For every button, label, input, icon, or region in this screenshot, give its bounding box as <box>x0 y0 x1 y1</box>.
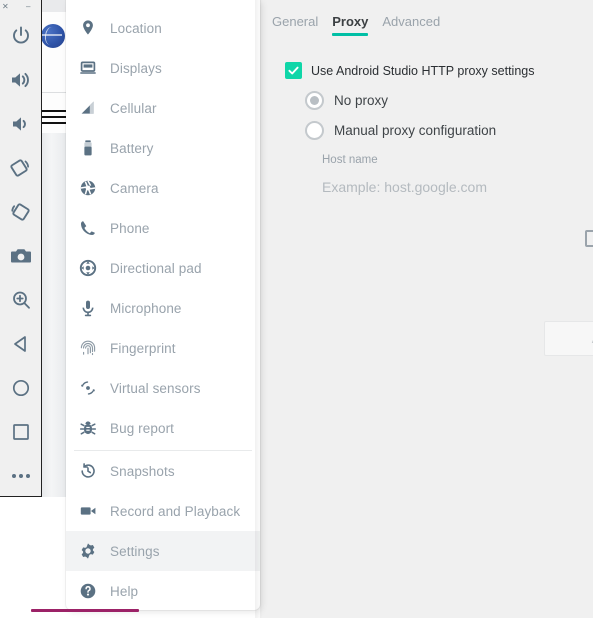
sidebar-item-snapshots[interactable]: Snapshots <box>66 451 260 491</box>
sidebar-item-battery[interactable]: Battery <box>66 128 260 168</box>
sidebar-item-virtual-sensors[interactable]: Virtual sensors <box>66 368 260 408</box>
screenshot-camera-icon <box>9 244 33 268</box>
sidebar-item-cellular[interactable]: Cellular <box>66 88 260 128</box>
volume-up-button[interactable] <box>0 58 42 102</box>
extended-controls-button[interactable] <box>0 454 42 498</box>
sidebar-item-label: Battery <box>110 140 154 156</box>
emulator-screen-body <box>41 133 67 497</box>
sidebar-item-microphone[interactable]: Microphone <box>66 288 260 328</box>
rotate-right-icon <box>8 199 34 225</box>
use-studio-proxy-label: Use Android Studio HTTP proxy settings <box>311 63 535 78</box>
home-circle-icon <box>10 377 32 399</box>
sidebar-item-bug-report[interactable]: Bug report <box>66 408 260 448</box>
sidebar-item-phone[interactable]: Phone <box>66 208 260 248</box>
sidebar-item-label: Phone <box>110 220 150 236</box>
no-proxy-radio[interactable] <box>305 91 324 110</box>
video-camera-icon <box>66 491 110 531</box>
gear-icon <box>66 531 110 571</box>
volume-down-icon <box>9 112 33 136</box>
tab-general[interactable]: General <box>272 14 318 36</box>
home-button[interactable] <box>0 366 42 410</box>
sidebar-item-label: Settings <box>110 543 160 559</box>
hamburger-menu-icon[interactable] <box>41 110 67 126</box>
power-icon <box>9 24 33 48</box>
virtual-sensors-icon <box>66 368 110 408</box>
sidebar-item-label: Camera <box>110 180 159 196</box>
no-proxy-row[interactable]: No proxy <box>305 91 388 110</box>
power-button[interactable] <box>0 14 42 58</box>
settings-tabs: General Proxy Advanced <box>272 14 440 36</box>
volume-down-button[interactable] <box>0 102 42 146</box>
sidebar-item-label: Virtual sensors <box>110 380 201 396</box>
sidebar-item-label: Help <box>110 583 139 599</box>
back-button[interactable] <box>0 322 42 366</box>
host-name-label: Host name <box>322 154 378 166</box>
sidebar-item-camera[interactable]: Camera <box>66 168 260 208</box>
sidebar-item-label: Snapshots <box>110 463 175 479</box>
sidebar-item-label: Bug report <box>110 420 175 436</box>
rotate-left-button[interactable] <box>0 146 42 190</box>
sidebar-item-label: Displays <box>110 60 162 76</box>
sidebar-item-help[interactable]: Help <box>66 571 260 610</box>
emulator-bottom-accent-bar <box>31 609 139 612</box>
battery-icon <box>66 128 110 168</box>
proxy-authentication-row[interactable]: Proxy authentication <box>585 224 593 252</box>
panel-edge-shadow <box>255 0 263 618</box>
sidebar-item-record-and-playback[interactable]: Record and Playback <box>66 491 260 531</box>
display-monitor-icon <box>66 48 110 88</box>
rotate-left-icon <box>8 155 34 181</box>
help-question-icon <box>66 571 110 610</box>
zoom-in-button[interactable] <box>0 278 42 322</box>
sidebar-item-label: Microphone <box>110 300 182 316</box>
microphone-icon <box>66 288 110 328</box>
sidebar-item-label: Fingerprint <box>110 340 176 356</box>
dpad-icon <box>66 248 110 288</box>
overview-button[interactable] <box>0 410 42 454</box>
volume-up-icon <box>9 68 33 92</box>
phone-handset-icon <box>66 208 110 248</box>
tab-advanced[interactable]: Advanced <box>382 14 440 36</box>
back-triangle-icon <box>10 333 32 355</box>
emulator-toolbar: ✕ – <box>0 0 42 497</box>
use-studio-proxy-checkbox[interactable] <box>285 62 302 79</box>
sidebar-item-label: Record and Playback <box>110 503 241 519</box>
zoom-in-icon <box>9 288 33 312</box>
close-icon[interactable]: ✕ <box>2 2 9 11</box>
browser-globe-icon <box>41 24 65 48</box>
proxy-settings-pane: General Proxy Advanced Use Android Studi… <box>260 0 593 618</box>
more-dots-icon <box>12 474 30 478</box>
toolbar-caption-bar: ✕ – <box>0 0 42 14</box>
minimize-icon[interactable]: – <box>26 2 30 11</box>
sidebar-item-directional-pad[interactable]: Directional pad <box>66 248 260 288</box>
overview-square-icon <box>10 421 32 443</box>
emulator-statusbar-sliver <box>41 0 67 12</box>
sidebar-item-label: Location <box>110 20 162 36</box>
sidebar-item-fingerprint[interactable]: Fingerprint <box>66 328 260 368</box>
no-proxy-label: No proxy <box>334 93 389 108</box>
apply-button[interactable]: Apply <box>544 321 593 356</box>
host-name-input[interactable]: Example: host.google.com <box>322 179 487 195</box>
sidebar-item-label: Cellular <box>110 100 157 116</box>
proxy-authentication-checkbox[interactable] <box>585 229 593 247</box>
bug-icon <box>66 408 110 448</box>
manual-proxy-label: Manual proxy configuration <box>334 123 497 138</box>
cellular-signal-icon <box>66 88 110 128</box>
rotate-right-button[interactable] <box>0 190 42 234</box>
sidebar-item-settings[interactable]: Settings <box>66 531 260 571</box>
sidebar-item-location[interactable]: Location <box>66 8 260 48</box>
emulator-divider <box>41 92 67 93</box>
tab-proxy[interactable]: Proxy <box>332 14 369 36</box>
manual-proxy-radio[interactable] <box>305 121 324 140</box>
snapshot-history-icon <box>66 451 110 491</box>
fingerprint-icon <box>66 328 110 368</box>
camera-aperture-icon <box>66 168 110 208</box>
use-studio-proxy-row[interactable]: Use Android Studio HTTP proxy settings <box>285 62 535 79</box>
sidebar-item-label: Directional pad <box>110 260 202 276</box>
location-pin-icon <box>66 8 110 48</box>
extended-controls-sidebar: Location Displays Cellular Battery Camer… <box>66 0 260 610</box>
sidebar-item-displays[interactable]: Displays <box>66 48 260 88</box>
screenshot-button[interactable] <box>0 234 42 278</box>
manual-proxy-row[interactable]: Manual proxy configuration <box>305 121 496 140</box>
emulator-extended-controls-window: ✕ – Location Displays Cellular Battery C… <box>0 0 593 618</box>
